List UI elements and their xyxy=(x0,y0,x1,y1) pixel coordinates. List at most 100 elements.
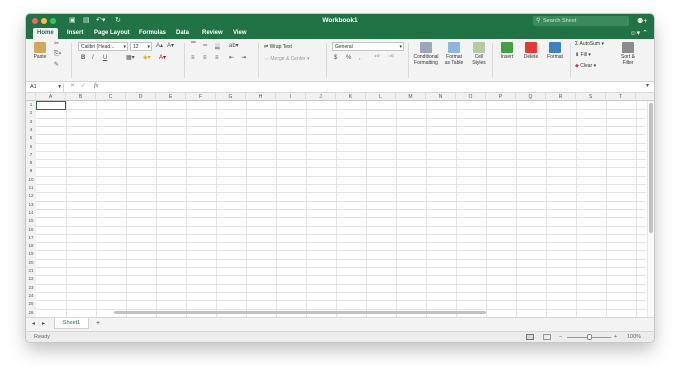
align-bottom-icon[interactable]: ▁ xyxy=(215,43,220,50)
row-header-22[interactable]: 22 xyxy=(26,275,36,284)
cut-icon[interactable]: ✂ xyxy=(54,41,59,48)
column-header-i[interactable]: I xyxy=(276,93,306,101)
row-header-12[interactable]: 12 xyxy=(26,192,36,201)
tab-formulas[interactable]: Formulas xyxy=(135,28,170,39)
autosum-button[interactable]: Σ AutoSum ▾ xyxy=(575,41,604,47)
column-header-l[interactable]: L xyxy=(366,93,396,101)
row-header-21[interactable]: 21 xyxy=(26,267,36,276)
currency-button[interactable]: $ xyxy=(334,55,337,62)
page-layout-view-icon[interactable] xyxy=(543,334,551,340)
number-format-select[interactable]: General ▾ xyxy=(332,42,404,51)
add-sheet-button[interactable]: + xyxy=(96,320,100,327)
tab-page-layout[interactable]: Page Layout xyxy=(90,28,134,39)
column-header-f[interactable]: F xyxy=(186,93,216,101)
tab-review[interactable]: Review xyxy=(198,28,227,39)
row-header-18[interactable]: 18 xyxy=(26,242,36,251)
insert-cells-button[interactable]: Insert xyxy=(496,42,518,61)
row-header-3[interactable]: 3 xyxy=(26,117,36,126)
decrease-font-icon[interactable]: A▾ xyxy=(167,43,174,50)
row-header-4[interactable]: 4 xyxy=(26,125,36,135)
comma-button[interactable]: , xyxy=(359,55,361,62)
font-color-icon[interactable]: A▾ xyxy=(159,55,166,62)
format-painter-icon[interactable]: ✎ xyxy=(54,62,59,69)
prev-sheet-icon[interactable]: ◂ xyxy=(32,321,35,328)
increase-decimal-icon[interactable]: ⁺⁰ xyxy=(374,55,380,62)
tab-insert[interactable]: Insert xyxy=(63,28,87,39)
column-header-h[interactable]: H xyxy=(246,93,276,101)
row-header-16[interactable]: 16 xyxy=(26,225,36,234)
column-header-p[interactable]: P xyxy=(486,93,516,101)
row-header-13[interactable]: 13 xyxy=(26,200,36,209)
zoom-slider-thumb[interactable] xyxy=(587,334,592,340)
row-header-14[interactable]: 14 xyxy=(26,208,36,218)
column-header-r[interactable]: R xyxy=(546,93,576,101)
align-middle-icon[interactable]: ═ xyxy=(203,43,207,50)
column-header-g[interactable]: G xyxy=(216,93,246,101)
row-header-7[interactable]: 7 xyxy=(26,150,36,160)
row-header-24[interactable]: 24 xyxy=(26,291,36,301)
underline-button[interactable]: U xyxy=(103,55,107,62)
delete-cells-button[interactable]: Delete xyxy=(520,42,542,61)
column-header-j[interactable]: J xyxy=(306,93,336,101)
column-header-t[interactable]: T xyxy=(606,93,636,101)
column-header-s[interactable]: S xyxy=(576,93,606,101)
column-header-b[interactable]: B xyxy=(66,93,96,101)
row-header-5[interactable]: 5 xyxy=(26,134,36,143)
zoom-out-button[interactable]: − xyxy=(559,332,562,342)
selected-cell-a1[interactable] xyxy=(36,101,66,110)
row-header-10[interactable]: 10 xyxy=(26,175,36,184)
row-header-9[interactable]: 9 xyxy=(26,167,36,176)
search-input[interactable]: ⚲ Search Sheet xyxy=(533,16,629,26)
tab-view[interactable]: View xyxy=(229,28,251,39)
format-as-table-button[interactable]: Format as Table xyxy=(442,42,466,66)
row-header-17[interactable]: 17 xyxy=(26,233,36,243)
tab-home[interactable]: Home xyxy=(33,28,58,39)
italic-button[interactable]: I xyxy=(92,55,94,62)
orientation-icon[interactable]: ab▾ xyxy=(229,43,239,50)
enter-icon[interactable]: ✓ xyxy=(81,83,86,90)
cancel-icon[interactable]: ✕ xyxy=(70,83,75,90)
clear-button[interactable]: ◆ Clear ▾ xyxy=(575,63,596,69)
zoom-level[interactable]: 100% xyxy=(627,332,641,342)
row-header-25[interactable]: 25 xyxy=(26,300,36,309)
row-header-26[interactable]: 26 xyxy=(26,308,36,317)
row-header-15[interactable]: 15 xyxy=(26,217,36,226)
horizontal-scroll-thumb[interactable] xyxy=(114,311,486,314)
wrap-text-button[interactable]: ⇌ Wrap Text xyxy=(264,44,292,50)
column-header-q[interactable]: Q xyxy=(516,93,546,101)
percent-button[interactable]: % xyxy=(346,55,351,62)
vertical-scroll-thumb[interactable] xyxy=(649,103,653,233)
format-cells-button[interactable]: Format xyxy=(544,42,566,61)
row-header-8[interactable]: 8 xyxy=(26,159,36,168)
align-top-icon[interactable]: ▔ xyxy=(191,43,196,50)
font-size-select[interactable]: 12 ▾ xyxy=(130,42,152,51)
select-all-corner[interactable] xyxy=(26,93,36,101)
conditional-formatting-button[interactable]: Conditional Formatting xyxy=(411,42,441,66)
column-header-d[interactable]: D xyxy=(126,93,156,101)
copy-icon[interactable]: ⎘▾ xyxy=(54,51,61,58)
cell-styles-button[interactable]: Cell Styles xyxy=(468,42,490,66)
expand-formula-icon[interactable]: ▾ xyxy=(646,83,649,90)
row-header-20[interactable]: 20 xyxy=(26,258,36,267)
align-left-icon[interactable]: ≡ xyxy=(191,55,195,62)
worksheet-grid[interactable]: ABCDEFGHIJKLMNOPQRST 1 2 3 4 5 6 7 8 9 10 11 12 13 14… xyxy=(26,93,654,327)
name-box[interactable]: A1 ▾ xyxy=(28,83,64,92)
zoom-in-button[interactable]: + xyxy=(614,332,617,342)
decrease-indent-icon[interactable]: ⇤ xyxy=(229,55,234,62)
align-center-icon[interactable]: ≡ xyxy=(203,55,207,62)
next-sheet-icon[interactable]: ▸ xyxy=(42,321,45,328)
bold-button[interactable]: B xyxy=(81,55,85,62)
row-header-1[interactable]: 1 xyxy=(26,101,36,110)
column-header-c[interactable]: C xyxy=(96,93,126,101)
column-header-m[interactable]: M xyxy=(396,93,426,101)
row-header-19[interactable]: 19 xyxy=(26,250,36,259)
normal-view-icon[interactable] xyxy=(526,334,534,340)
column-header-a[interactable]: A xyxy=(36,93,66,101)
font-name-select[interactable]: Calibri (Head... ▾ xyxy=(78,42,128,51)
fill-color-icon[interactable]: ◈▾ xyxy=(143,55,151,62)
align-right-icon[interactable]: ≡ xyxy=(215,55,219,62)
fx-button[interactable]: fx xyxy=(94,83,98,90)
tab-data[interactable]: Data xyxy=(172,28,193,39)
column-header-k[interactable]: K xyxy=(336,93,366,101)
sort-filter-button[interactable]: Sort & Filter xyxy=(617,42,639,66)
